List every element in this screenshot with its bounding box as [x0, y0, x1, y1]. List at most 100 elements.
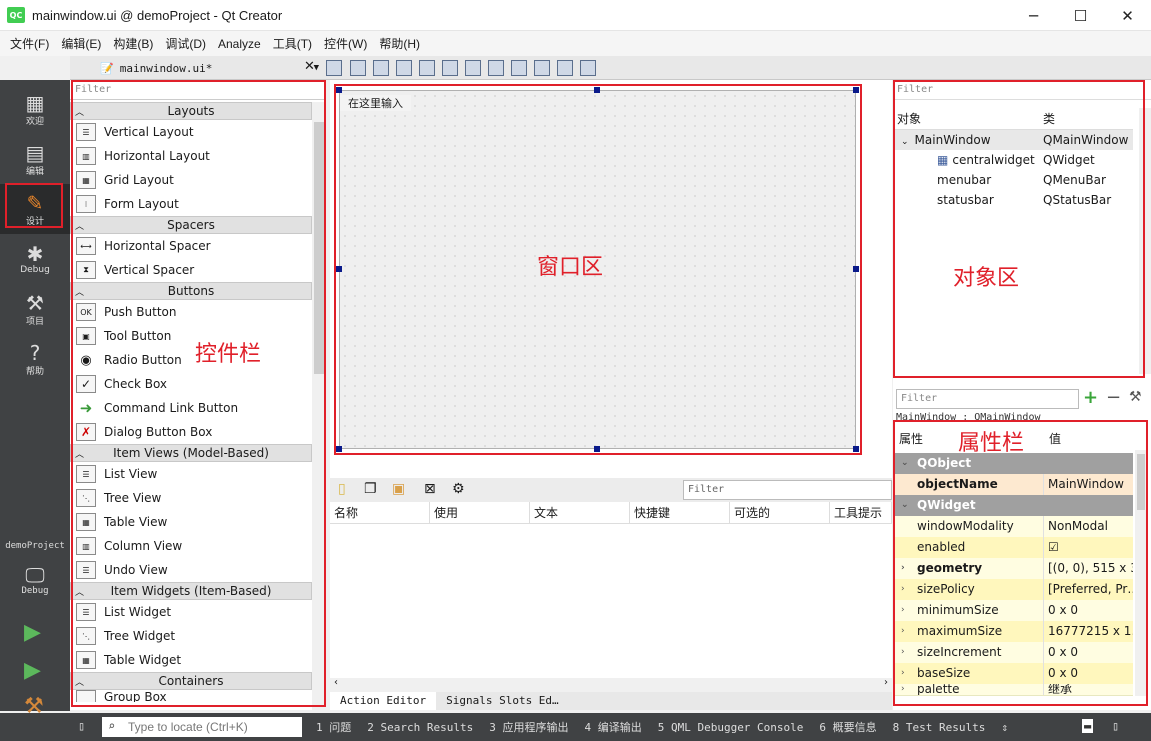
minimize-button[interactable]: ─: [1010, 0, 1057, 31]
maximize-button[interactable]: ☐: [1057, 0, 1104, 31]
mode-projects[interactable]: ⚒ 项目: [0, 284, 70, 334]
mode-label: 项目: [25, 316, 44, 327]
toggle-sidebar-icon[interactable]: ▯: [78, 719, 85, 733]
horizontal-scrollbar[interactable]: ‹ ›: [330, 677, 892, 692]
remove-property-icon[interactable]: −: [1106, 387, 1121, 408]
action-editor: ▯ ❐ ▣ ⊠ ⚙ Filter 名称 使用 文本 快捷键 可选的 工具提示 ‹…: [330, 478, 892, 710]
break-layout-icon[interactable]: [557, 60, 573, 76]
mode-help[interactable]: ? 帮助: [0, 334, 70, 384]
annotation-object-area: [893, 80, 1145, 378]
output-pane-buttons: 1 问题 2 Search Results 3 应用程序输出 4 编译输出 5 …: [316, 713, 1008, 741]
locator-input[interactable]: Type to locate (Ctrl+K): [102, 717, 302, 737]
menu-bar: 文件(F) 编辑(E) 构建(B) 调试(D) Analyze 工具(T) 控件…: [0, 31, 1151, 56]
layout-horizontal-icon[interactable]: [419, 60, 435, 76]
up-down-icon[interactable]: ⇕: [1001, 721, 1008, 734]
edit-buddies-icon[interactable]: [373, 60, 389, 76]
run-icon[interactable]: ▶: [24, 620, 41, 645]
annotation-label-properties: 属性栏: [958, 431, 1025, 456]
open-file-combo[interactable]: 📝 mainwindow.ui* ▼: [100, 58, 325, 78]
app-output-pane-button[interactable]: 3 应用程序输出: [489, 719, 568, 735]
configure-icon[interactable]: ⚙: [452, 481, 465, 497]
menu-debug[interactable]: 调试(D): [159, 35, 212, 52]
grid-icon: ▦: [25, 90, 45, 115]
mode-label: Debug: [20, 265, 50, 275]
tab-signals-slots[interactable]: Signals Slots Ed…: [436, 692, 569, 710]
kit-selector[interactable]: 🖵 Debug: [0, 556, 70, 604]
paste-action-icon[interactable]: ▣: [392, 481, 405, 497]
progress-toggle-icon[interactable]: ▬: [1082, 719, 1094, 733]
menu-widgets[interactable]: 控件(W): [318, 35, 373, 52]
splitter-vertical-icon[interactable]: [488, 60, 504, 76]
menu-analyze[interactable]: Analyze: [212, 37, 267, 51]
splitter-horizontal-icon[interactable]: [465, 60, 481, 76]
layout-grid-icon[interactable]: [534, 60, 550, 76]
open-file-name: mainwindow.ui*: [119, 61, 213, 75]
new-action-icon[interactable]: ▯: [338, 481, 346, 497]
menu-edit[interactable]: 编辑(E): [55, 35, 107, 52]
close-button[interactable]: ✕: [1104, 0, 1151, 31]
mode-label: 编辑: [25, 166, 44, 177]
layout-vertical-icon[interactable]: [442, 60, 458, 76]
search-results-pane-button[interactable]: 2 Search Results: [367, 721, 473, 734]
column-header[interactable]: 名称: [330, 502, 430, 523]
scroll-left-icon[interactable]: ‹: [334, 677, 338, 688]
mode-edit[interactable]: ▤ 编辑: [0, 134, 70, 184]
menu-file[interactable]: 文件(F): [4, 35, 55, 52]
search-icon: ⌕: [108, 719, 116, 733]
document-icon: 📝: [100, 61, 114, 75]
annotation-widget-box: [71, 80, 326, 707]
column-header[interactable]: 工具提示: [830, 502, 892, 523]
bug-icon: ✱: [26, 242, 44, 266]
column-header[interactable]: 可选的: [730, 502, 830, 523]
annotation-label-objects: 对象区: [953, 266, 1020, 291]
title-bar: QC mainwindow.ui @ demoProject - Qt Crea…: [0, 0, 1151, 31]
add-property-icon[interactable]: +: [1083, 387, 1098, 408]
window-controls: ─ ☐ ✕: [1010, 0, 1151, 31]
edit-tab-order-icon[interactable]: [396, 60, 412, 76]
output-pane-bar: ▯ Type to locate (Ctrl+K) ⌕ 1 问题 2 Searc…: [0, 713, 1151, 741]
tab-action-editor[interactable]: Action Editor: [330, 692, 437, 710]
annotation-label-widgets: 控件栏: [195, 342, 262, 367]
monitor-icon: 🖵: [25, 563, 45, 587]
delete-action-icon[interactable]: ⊠: [424, 481, 436, 497]
mode-debug[interactable]: ✱ Debug: [0, 234, 70, 284]
action-table-header: 名称 使用 文本 快捷键 可选的 工具提示: [330, 502, 892, 524]
mode-welcome[interactable]: ▦ 欢迎: [0, 84, 70, 134]
mode-label: 欢迎: [25, 116, 44, 127]
editor-toolbar: 📝 mainwindow.ui* ▼ ✕: [70, 56, 1151, 80]
property-filter-input[interactable]: Filter: [896, 389, 1079, 409]
action-filter-input[interactable]: Filter: [683, 480, 892, 500]
adjust-size-icon[interactable]: [580, 60, 596, 76]
help-icon: ?: [29, 340, 41, 365]
menu-build[interactable]: 构建(B): [107, 35, 159, 52]
configure-icon[interactable]: ⚒: [1129, 389, 1142, 405]
project-name: demoProject: [5, 541, 65, 551]
edit-widgets-icon[interactable]: [326, 60, 342, 76]
layout-form-icon[interactable]: [511, 60, 527, 76]
toggle-right-sidebar-icon[interactable]: ▯: [1112, 719, 1119, 733]
annotation-label-window: 窗口区: [537, 255, 604, 280]
annotation-design-mode: [5, 183, 63, 228]
column-header[interactable]: 使用: [430, 502, 530, 523]
action-editor-tabs: Action Editor Signals Slots Ed…: [330, 692, 892, 710]
action-editor-toolbar: ▯ ❐ ▣ ⊠ ⚙ Filter: [330, 478, 892, 502]
menu-help[interactable]: 帮助(H): [373, 35, 426, 52]
test-results-pane-button[interactable]: 8 Test Results: [893, 721, 986, 734]
window-title: mainwindow.ui @ demoProject - Qt Creator: [32, 7, 283, 23]
column-header[interactable]: 快捷键: [630, 502, 730, 523]
column-header[interactable]: 文本: [530, 502, 630, 523]
debug-run-icon[interactable]: ▶: [24, 658, 41, 683]
menu-tools[interactable]: 工具(T): [267, 35, 318, 52]
scroll-right-icon[interactable]: ›: [884, 677, 888, 688]
annotation-property-area: [893, 420, 1148, 706]
copy-action-icon[interactable]: ❐: [364, 481, 377, 497]
general-messages-pane-button[interactable]: 6 概要信息: [819, 719, 876, 735]
document-icon: ▤: [25, 140, 45, 165]
qml-console-pane-button[interactable]: 5 QML Debugger Console: [658, 721, 804, 734]
compile-output-pane-button[interactable]: 4 编译输出: [584, 719, 641, 735]
issues-pane-button[interactable]: 1 问题: [316, 719, 351, 735]
kit-label: Debug: [21, 586, 49, 596]
close-document-icon[interactable]: ✕: [304, 59, 315, 74]
mode-label: 帮助: [25, 366, 44, 377]
edit-signals-slots-icon[interactable]: [350, 60, 366, 76]
